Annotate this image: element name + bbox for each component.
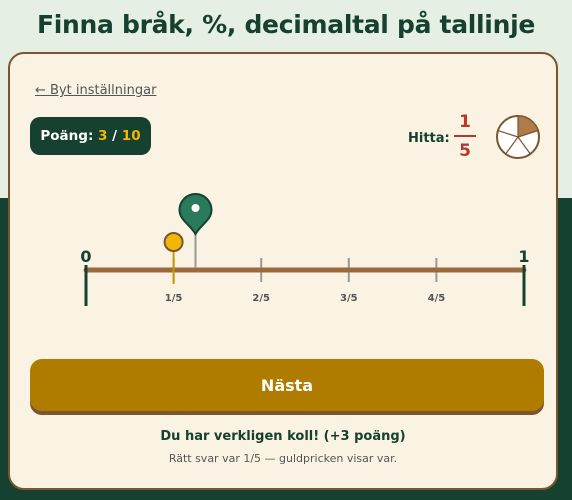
number-line-end-label: 1 bbox=[518, 247, 529, 266]
feedback-message: Du har verkligen koll! (+3 poäng) bbox=[160, 429, 406, 444]
number-line[interactable]: 1/5 2/5 3/5 4/5 0 1 bbox=[10, 54, 556, 334]
feedback-detail: Rätt svar var 1/5 — guldpricken visar va… bbox=[168, 452, 398, 465]
correct-answer-dot bbox=[163, 232, 184, 284]
correct-dot bbox=[163, 232, 184, 252]
page-title: Finna bråk, %, decimaltal på tallinje bbox=[36, 10, 536, 39]
guess-pin-center bbox=[191, 204, 200, 212]
number-line-tick-label: 2/5 bbox=[252, 293, 270, 304]
exercise-card: ← Byt inställningar Poäng: 3 / 10 Hitta:… bbox=[8, 52, 558, 490]
number-line-tick-label: 3/5 bbox=[340, 293, 358, 304]
number-line-tick-label: 4/5 bbox=[428, 293, 446, 304]
number-line-ticks: 1/5 2/5 3/5 4/5 bbox=[165, 258, 445, 304]
next-button[interactable]: Nästa bbox=[30, 359, 544, 411]
number-line-start-label: 0 bbox=[80, 247, 91, 266]
guess-pin-icon[interactable] bbox=[178, 193, 213, 268]
guess-pin-head bbox=[178, 193, 213, 236]
number-line-tick-label: 1/5 bbox=[165, 293, 183, 304]
